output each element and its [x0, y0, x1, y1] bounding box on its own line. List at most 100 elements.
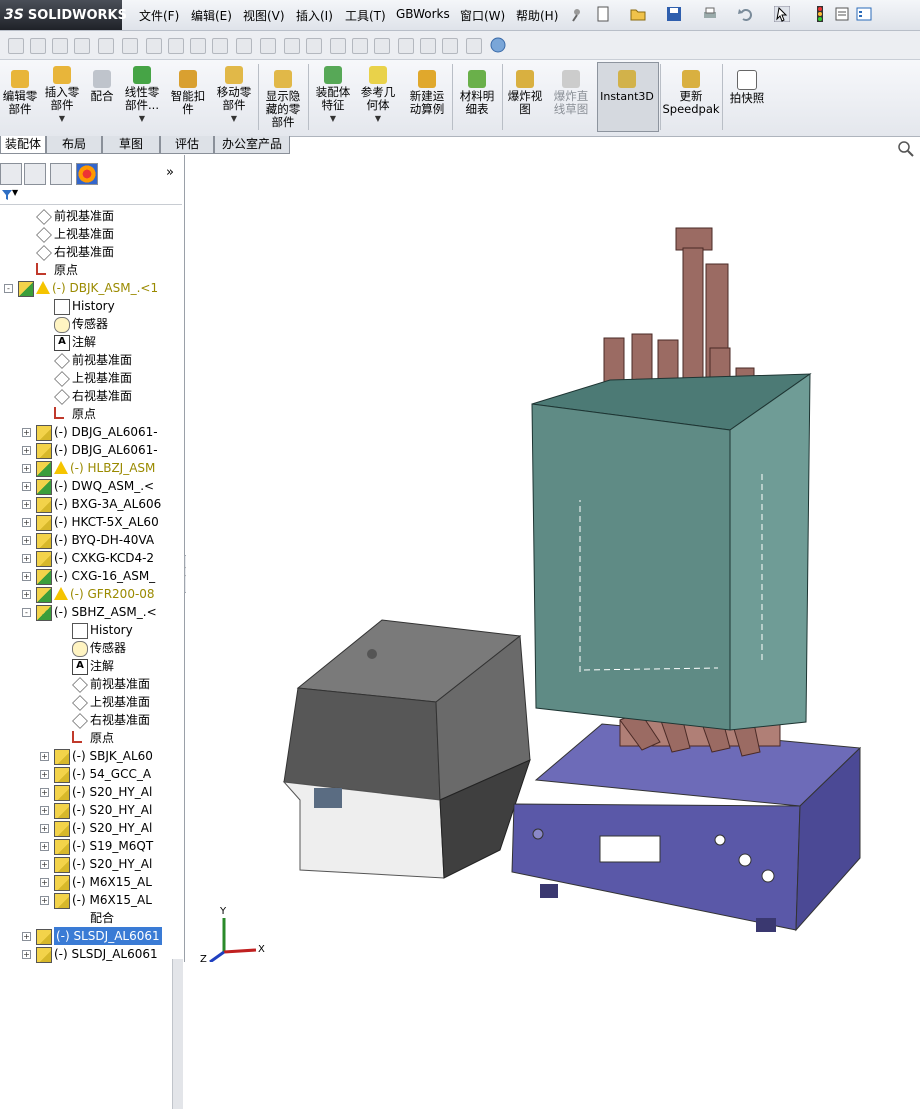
tree-item[interactable]: + (-) S20_HY_Al: [0, 801, 172, 819]
tree-item[interactable]: + (-) S20_HY_Al: [0, 855, 172, 873]
toolbar-icon[interactable]: [260, 38, 276, 54]
bill-of-materials-button[interactable]: 材料明 细表: [454, 70, 500, 116]
tree-item[interactable]: + (-) DBJG_AL6061-: [0, 423, 172, 441]
menu-help[interactable]: 帮助(H): [516, 7, 558, 24]
tab-layout[interactable]: 布局: [46, 136, 102, 154]
update-speedpak-button[interactable]: 更新 Speedpak: [662, 70, 720, 116]
collapse-icon[interactable]: -: [22, 608, 31, 617]
tree-item[interactable]: 原点: [0, 729, 172, 747]
tree-item[interactable]: + (-) SBJK_AL60: [0, 747, 172, 765]
linear-pattern-button[interactable]: 线性零 部件... ▼: [120, 66, 164, 125]
toolbar-icon[interactable]: [306, 38, 322, 54]
tree-item[interactable]: + (-) S19_M6QT: [0, 837, 172, 855]
tree-item[interactable]: History: [0, 297, 172, 315]
collapse-icon[interactable]: -: [4, 284, 13, 293]
expand-icon[interactable]: +: [40, 770, 49, 779]
file-properties-icon[interactable]: [834, 6, 850, 22]
expand-icon[interactable]: +: [22, 518, 31, 527]
expand-icon[interactable]: +: [22, 500, 31, 509]
globe-icon[interactable]: [490, 37, 506, 53]
toolbar-icon[interactable]: [284, 38, 300, 54]
tree-item[interactable]: - (-) DBJK_ASM_.<1: [0, 279, 172, 297]
tree-item[interactable]: 原点: [0, 405, 172, 423]
expand-icon[interactable]: +: [22, 590, 31, 599]
expand-icon[interactable]: +: [40, 752, 49, 761]
new-motion-study-button[interactable]: 新建运 动算例: [404, 70, 450, 116]
options-icon[interactable]: [856, 6, 872, 22]
toolbar-icon[interactable]: [8, 38, 24, 54]
mate-button[interactable]: 配合: [86, 70, 118, 103]
smart-fasteners-button[interactable]: 智能扣 件: [166, 70, 210, 116]
expand-icon[interactable]: +: [40, 824, 49, 833]
filter-icon[interactable]: [2, 190, 12, 200]
expand-icon[interactable]: +: [22, 428, 31, 437]
solidworks-logo[interactable]: 3S SOLIDWORKS: [0, 0, 127, 30]
expand-icon[interactable]: +: [22, 932, 31, 941]
machine-base[interactable]: [511, 723, 862, 932]
tree-item[interactable]: + (-) HKCT-5X_AL60: [0, 513, 172, 531]
dropdown-arrow[interactable]: ▼: [310, 112, 356, 125]
tree-item[interactable]: + (-) M6X15_AL: [0, 891, 172, 909]
dropdown-arrow[interactable]: ▼: [40, 112, 84, 125]
expand-icon[interactable]: +: [40, 788, 49, 797]
menu-window[interactable]: 窗口(W): [460, 7, 505, 24]
toolbar-icon[interactable]: [420, 38, 436, 54]
tree-item[interactable]: + (-) SLSDJ_AL6061: [0, 927, 172, 945]
cover-unit[interactable]: [282, 619, 531, 879]
menu-edit[interactable]: 编辑(E): [191, 7, 232, 24]
configuration-manager-tab-icon[interactable]: [50, 163, 72, 185]
toolbar-icon[interactable]: [398, 38, 414, 54]
select-cursor-icon[interactable]: [774, 6, 790, 22]
toolbar-icon[interactable]: [374, 38, 390, 54]
feature-manager-tab-icon[interactable]: [0, 163, 22, 185]
tree-item[interactable]: A 注解: [0, 333, 172, 351]
expand-icon[interactable]: +: [22, 950, 31, 959]
expand-icon[interactable]: +: [40, 860, 49, 869]
menu-insert[interactable]: 插入(I): [296, 7, 333, 24]
instant3d-button[interactable]: Instant3D: [598, 70, 656, 103]
tree-item[interactable]: 传感器: [0, 639, 172, 657]
tree-item[interactable]: 右视基准面: [0, 243, 172, 261]
undo-icon[interactable]: [738, 6, 754, 22]
property-manager-tab-icon[interactable]: [24, 163, 46, 185]
tree-item[interactable]: + (-) HLBZJ_ASM: [0, 459, 172, 477]
assembly-features-button[interactable]: 装配体 特征 ▼: [310, 66, 356, 125]
tree-item[interactable]: 原点: [0, 261, 172, 279]
expand-icon[interactable]: +: [40, 878, 49, 887]
toolbar-icon[interactable]: [190, 38, 206, 54]
tree-item[interactable]: + (-) S20_HY_Al: [0, 819, 172, 837]
edit-component-button[interactable]: 编辑零 部件: [0, 70, 40, 116]
tree-item[interactable]: + (-) CXG-16_ASM_: [0, 567, 172, 585]
menu-file[interactable]: 文件(F): [139, 7, 179, 24]
expand-panel-icon[interactable]: »: [166, 165, 174, 180]
tree-item[interactable]: 传感器: [0, 315, 172, 333]
toolbar-icon[interactable]: [52, 38, 68, 54]
tree-item[interactable]: + (-) DWQ_ASM_.<: [0, 477, 172, 495]
cabinet-enclosure[interactable]: [531, 373, 812, 731]
expand-icon[interactable]: +: [22, 446, 31, 455]
print-icon[interactable]: [702, 6, 718, 22]
tree-item[interactable]: + (-) 54_GCC_A: [0, 765, 172, 783]
display-manager-tab-icon[interactable]: [76, 163, 98, 185]
pin-icon[interactable]: [569, 6, 585, 22]
tree-item[interactable]: + (-) CXKG-KCD4-2: [0, 549, 172, 567]
reference-geometry-button[interactable]: 参考几 何体 ▼: [356, 66, 400, 125]
dropdown-arrow[interactable]: ▼: [212, 112, 256, 125]
tree-item[interactable]: - (-) SBHZ_ASM_.<: [0, 603, 172, 621]
tree-item[interactable]: + (-) M6X15_AL: [0, 873, 172, 891]
menu-view[interactable]: 视图(V): [243, 7, 285, 24]
tree-item[interactable]: + (-) BYQ-DH-40VA: [0, 531, 172, 549]
expand-icon[interactable]: +: [40, 842, 49, 851]
expand-icon[interactable]: +: [40, 806, 49, 815]
tree-item[interactable]: 前视基准面: [0, 351, 172, 369]
expand-icon[interactable]: +: [40, 896, 49, 905]
tree-item[interactable]: 前视基准面: [0, 675, 172, 693]
filter-dropdown-icon[interactable]: ▼: [12, 188, 18, 197]
exploded-view-button[interactable]: 爆炸视 图: [502, 70, 548, 116]
tree-scrollbar[interactable]: [172, 959, 183, 1109]
toolbar-icon[interactable]: [466, 38, 482, 54]
tree-item[interactable]: 上视基准面: [0, 693, 172, 711]
toolbar-icon[interactable]: [330, 38, 346, 54]
expand-icon[interactable]: +: [22, 572, 31, 581]
toolbar-icon[interactable]: [146, 38, 162, 54]
